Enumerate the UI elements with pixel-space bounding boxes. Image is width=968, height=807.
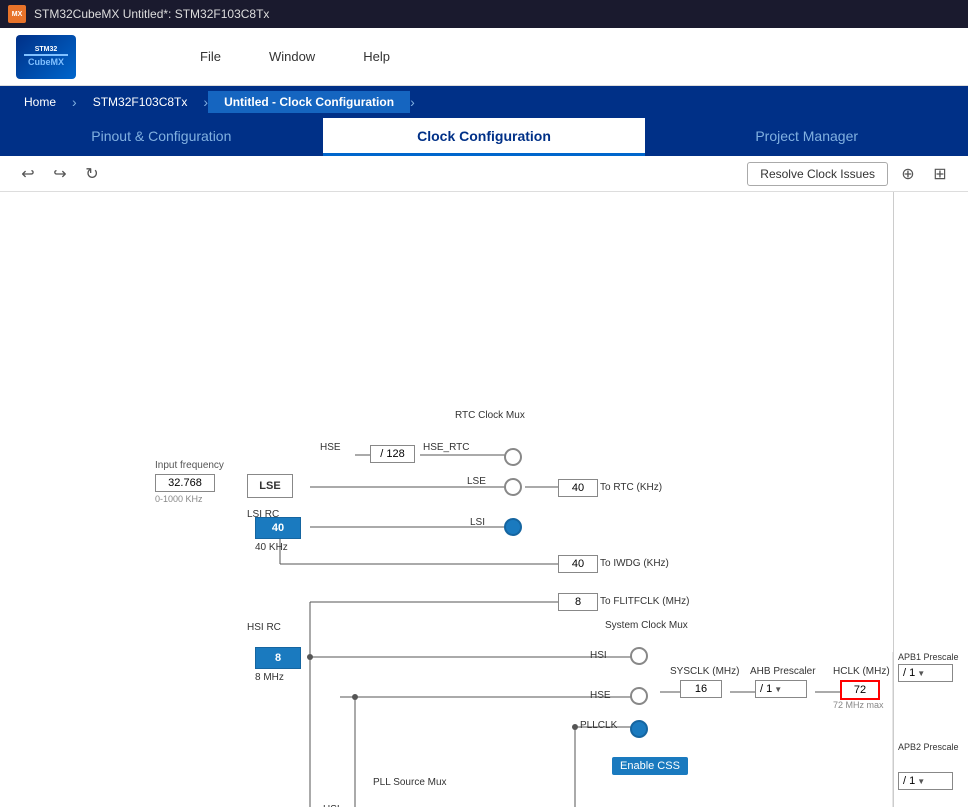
lse-input-box[interactable]: 32.768 [155,474,215,492]
hclk-max: 72 MHz max [833,700,884,710]
refresh-button[interactable]: ↻ [80,162,104,186]
to-iwdg-label: To IWDG (KHz) [600,558,669,569]
apb1-select[interactable]: / 1 ▼ [898,664,953,682]
rtc-val-box: 40 [558,479,598,497]
connection-lines [0,192,968,807]
apb1-arrow: ▼ [917,669,925,678]
menu-window[interactable]: Window [261,45,323,68]
hse-line-label: HSE [320,442,341,453]
sysclk-label: SYSCLK (MHz) [670,666,739,677]
menu-help[interactable]: Help [355,45,398,68]
toolbar: ↩ ↪ ↻ Resolve Clock Issues ⊕ ⊞ [0,156,968,192]
apb2-select[interactable]: / 1 ▼ [898,772,953,790]
hsi-block: 8 [255,647,301,669]
rtc-mux-radio-lsi[interactable] [504,518,522,536]
hse-rtc-label: HSE_RTC [423,442,470,453]
iwdg-val-box: 40 [558,555,598,573]
menu-file[interactable]: File [192,45,229,68]
lse-freq-label: Input frequency [155,460,224,471]
pll-src-mux-label: PLL Source Mux [373,777,447,788]
rtc-mux-radio-hse[interactable] [504,448,522,466]
apb2-label: APB2 Prescale [898,742,959,752]
ahb-select[interactable]: / 1 ▼ [755,680,807,698]
breadcrumb-clock[interactable]: Untitled - Clock Configuration [208,91,410,113]
zoom-fit-button[interactable]: ⊞ [928,162,952,186]
app-logo-icon: MX [8,5,26,23]
ahb-label: AHB Prescaler [750,666,816,677]
rtc-mux-radio-lse[interactable] [504,478,522,496]
breadcrumb-arrow-3: › [410,94,415,110]
title-bar: MX STM32CubeMX Untitled*: STM32F103C8Tx [0,0,968,28]
menu-items: File Window Help [192,45,398,68]
apb2-arrow: ▼ [917,777,925,786]
hsi-mhz: 8 MHz [255,672,284,683]
stm32-logo: STM32 CubeMX [16,35,76,79]
window-title: STM32CubeMX Untitled*: STM32F103C8Tx [34,7,269,21]
hse-div128-box: / 128 [370,445,415,463]
hclk-label: HCLK (MHz) [833,666,890,677]
pllclk-label: PLLCLK [580,720,617,731]
redo-button[interactable]: ↪ [48,162,72,186]
lse-freq-range: 0-1000 KHz [155,494,203,504]
zoom-in-button[interactable]: ⊕ [896,162,920,186]
to-flit-label: To FLITFCLK (MHz) [600,596,689,607]
ahb-dropdown-arrow: ▼ [774,685,782,694]
sys-mux-hsi[interactable] [630,647,648,665]
sys-mux-hse[interactable] [630,687,648,705]
lsi-khz: 40 KHz [255,542,288,553]
lse-mux-label: LSE [467,476,486,487]
flit-val-box: 8 [558,593,598,611]
menu-bar: STM32 CubeMX File Window Help [0,28,968,86]
tab-project[interactable]: Project Manager [645,118,968,156]
hsi-sys-label: HSI [590,650,607,661]
right-panel: APB1 Prescale / 1 ▼ APB2 Prescale / 1 ▼ [893,192,968,807]
resolve-clock-button[interactable]: Resolve Clock Issues [747,162,888,186]
lse-block: LSE [247,474,293,498]
breadcrumb-home[interactable]: Home [8,91,72,113]
sys-mux-label: System Clock Mux [605,620,688,631]
enable-css-button[interactable]: Enable CSS [612,757,688,775]
undo-button[interactable]: ↩ [16,162,40,186]
breadcrumb-bar: Home › STM32F103C8Tx › Untitled - Clock … [0,86,968,118]
apb1-label: APB1 Prescale [898,652,959,662]
tab-bar: Pinout & Configuration Clock Configurati… [0,118,968,156]
rtc-mux-label: RTC Clock Mux [455,410,525,421]
breadcrumb-device[interactable]: STM32F103C8Tx [77,91,204,113]
clock-canvas: RTC Clock Mux HSE / 128 HSE_RTC LSE LSI … [0,192,968,807]
diagram-container: RTC Clock Mux HSE / 128 HSE_RTC LSE LSI … [0,192,968,807]
to-rtc-label: To RTC (KHz) [600,482,662,493]
hse-sys-label: HSE [590,690,611,701]
hsi-rc-label: HSI RC [247,622,281,633]
sysclk-val-box: 16 [680,680,722,698]
hclk-val-box[interactable]: 72 [840,680,880,700]
lsi-block: 40 [255,517,301,539]
sys-mux-pll[interactable] [630,720,648,738]
tab-clock[interactable]: Clock Configuration [323,118,646,156]
tab-pinout[interactable]: Pinout & Configuration [0,118,323,156]
lsi-mux-label: LSI [470,517,485,528]
